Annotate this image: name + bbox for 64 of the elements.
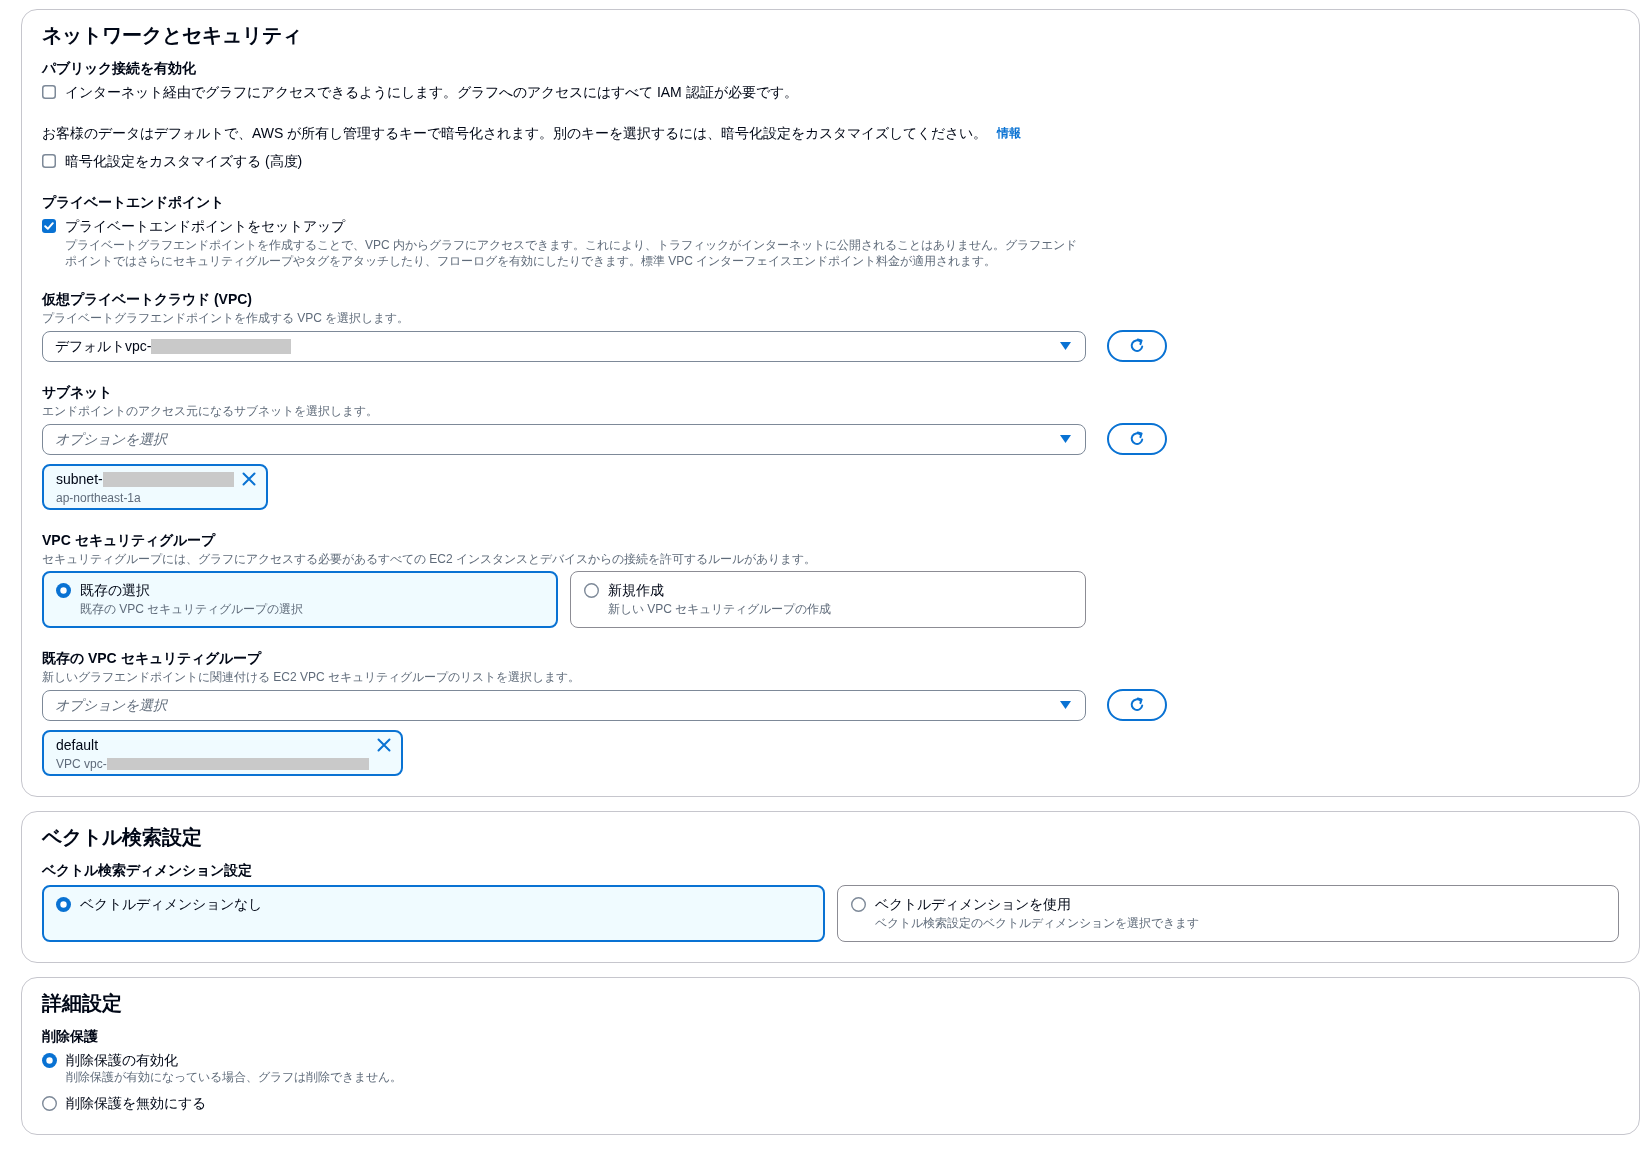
select-field[interactable]: オプションを選択 <box>42 689 1086 721</box>
token-sublabel: ap-northeast-1a <box>56 490 141 506</box>
select-field[interactable]: デフォルトvpc- <box>42 330 1086 362</box>
refresh-icon <box>1129 697 1145 713</box>
caret-icon <box>1060 435 1071 443</box>
radio-description: 削除保護が有効になっている場合、グラフは削除できません。 <box>66 1069 402 1085</box>
field-label: 既存の VPC セキュリティグループ <box>42 649 263 668</box>
field-label: ベクトル検索ディメンション設定 <box>42 861 253 880</box>
radio-label: 削除保護を無効にする <box>66 1094 206 1113</box>
close-icon <box>376 738 391 752</box>
field-description: プライベートグラフエンドポイントを作成する VPC を選択します。 <box>42 310 411 326</box>
refresh-button[interactable] <box>1107 689 1167 721</box>
option-tile[interactable]: 既存の選択 既存の VPC セキュリティグループの選択 <box>42 571 558 628</box>
radio-label: 削除保護の有効化 <box>66 1051 179 1070</box>
refresh-button[interactable] <box>1107 423 1167 455</box>
option-label: ベクトルディメンションなし <box>80 895 262 914</box>
option-description: 既存の VPC セキュリティグループの選択 <box>80 601 304 617</box>
checkbox-label: プライベートエンドポイントをセットアップ <box>65 217 345 236</box>
checkbox-label: 暗号化設定をカスタマイズする (高度) <box>65 152 303 171</box>
field-label: 仮想プライベートクラウド (VPC) <box>42 290 253 309</box>
field-label: サブネット <box>42 383 113 402</box>
token-label: default <box>56 736 99 755</box>
checkbox[interactable] <box>42 154 56 168</box>
radio-button[interactable] <box>56 897 71 912</box>
option-label: 新規作成 <box>608 581 665 600</box>
radio-button[interactable] <box>42 1053 57 1068</box>
option-description: ベクトル検索設定のベクトルディメンションを選択できます <box>874 915 1199 931</box>
option-label: 既存の選択 <box>80 581 151 600</box>
remove-button[interactable] <box>376 738 391 752</box>
section-title: ネットワークとセキュリティ <box>42 23 303 47</box>
caret-icon <box>1060 342 1071 350</box>
field-label: VPC セキュリティグループ <box>42 531 217 550</box>
refresh-button[interactable] <box>1107 330 1167 362</box>
radio-button[interactable] <box>584 583 599 598</box>
option-label: ベクトルディメンションを使用 <box>874 895 1072 914</box>
encryption-notice: お客様のデータはデフォルトで、AWS が所有し管理するキーで暗号化されます。別のキーを選択するには、暗号化設定をカスタマイズしてください。 <box>42 124 988 143</box>
checkbox[interactable] <box>42 85 56 99</box>
section-title: ベクトル検索設定 <box>42 825 203 849</box>
field-description: 新しいグラフエンドポイントに関連付ける EC2 VPC セキュリティグループのリストを選択します。 <box>42 669 582 685</box>
caret-icon <box>1060 701 1071 709</box>
checkbox[interactable] <box>42 219 56 233</box>
info-link[interactable]: 情報 <box>997 122 1022 144</box>
section-title: 詳細設定 <box>42 991 123 1015</box>
option-description: 新しい VPC セキュリティグループの作成 <box>608 601 832 617</box>
token-label: subnet- <box>56 470 103 489</box>
checkbox-description: プライベートグラフエンドポイントを作成することで、VPC 内からグラフにアクセスできます。これにより、トラフィックがインターネットに公開されることはありません。グラフエンドポイントではさらにセキュリティグループやタグをアタッチしたり、フローログを有効にしたりできます。標準 VPC インターフェイスエンドポイント料金が適用されます。 <box>65 237 1078 269</box>
select-field[interactable]: オプションを選択 <box>42 423 1086 455</box>
refresh-icon <box>1129 431 1145 447</box>
field-label: 削除保護 <box>42 1027 99 1046</box>
field-description: エンドポイントのアクセス元になるサブネットを選択します。 <box>42 403 379 419</box>
option-tile[interactable]: ベクトルディメンションを使用 ベクトル検索設定のベクトルディメンションを選択できます <box>836 885 1619 942</box>
remove-button[interactable] <box>241 472 256 486</box>
checkbox-label: インターネット経由でグラフにアクセスできるようにします。グラフへのアクセスにはすべて IAM 認証が必要です。 <box>65 83 798 102</box>
field-label: パブリック接続を有効化 <box>42 59 197 78</box>
field-label: プライベートエンドポイント <box>42 193 225 212</box>
token-sublabel: VPC vpc- <box>56 756 107 772</box>
radio-button[interactable] <box>56 583 71 598</box>
close-icon <box>241 472 256 486</box>
option-tile[interactable]: ベクトルディメンションなし <box>42 885 825 942</box>
radio-button[interactable] <box>42 1096 57 1111</box>
field-description: セキュリティグループには、グラフにアクセスする必要があるすべての EC2 インスタンスとデバイスからの接続を許可するルールがあります。 <box>42 551 817 567</box>
refresh-icon <box>1129 338 1145 354</box>
radio-button[interactable] <box>850 897 866 912</box>
option-tile[interactable]: 新規作成 新しい VPC セキュリティグループの作成 <box>570 571 1086 628</box>
